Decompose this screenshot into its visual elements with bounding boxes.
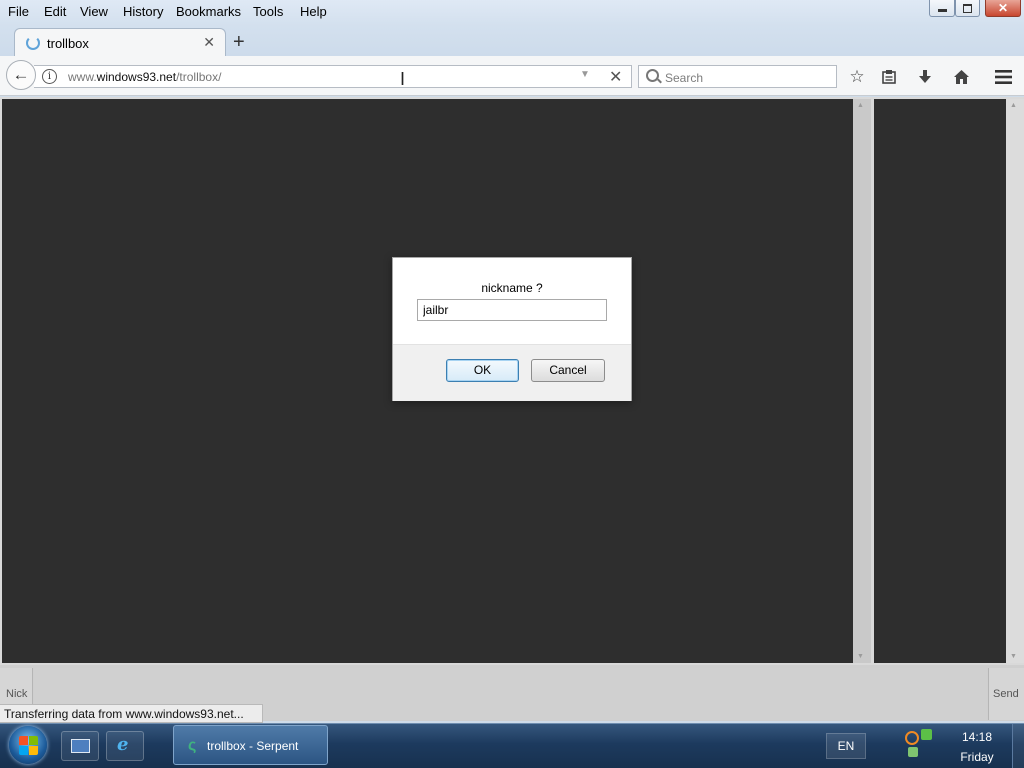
search-input[interactable] [663, 68, 832, 87]
clock[interactable]: 14:18 Friday [944, 727, 1010, 767]
text-cursor-icon: I [400, 69, 406, 89]
menu-bookmarks[interactable]: Bookmarks [176, 4, 241, 19]
action-center-icon [921, 729, 932, 740]
windows-logo-icon [29, 736, 38, 745]
menu-view[interactable]: View [80, 4, 108, 19]
taskbar-item-label: trollbox - Serpent [207, 739, 299, 753]
menu-bar: File Edit View History Bookmarks Tools H… [0, 0, 1024, 26]
home-icon[interactable] [950, 66, 972, 88]
address-bar[interactable]: i www.windows93.net/trollbox/ ▼ ✕ [34, 65, 632, 88]
url-history-dropdown-icon[interactable]: ▼ [580, 69, 590, 80]
menu-edit[interactable]: Edit [44, 4, 66, 19]
url-text[interactable]: www.windows93.net/trollbox/ [68, 70, 221, 84]
windows-logo-icon [19, 746, 28, 755]
scroll-up-icon[interactable]: ▲ [1010, 102, 1017, 109]
stop-loading-icon[interactable]: ✕ [609, 67, 622, 87]
scroll-up-icon[interactable]: ▲ [857, 102, 864, 109]
clock-time: 14:18 [961, 730, 993, 744]
users-scrollbar[interactable]: ▲ ▼ [1006, 99, 1024, 663]
clock-day: Friday [960, 750, 994, 764]
scroll-down-icon[interactable]: ▼ [857, 653, 864, 660]
restore-button[interactable] [955, 0, 980, 17]
restore-icon [963, 3, 972, 13]
taskbar-item-trollbox[interactable]: ς trollbox - Serpent [173, 725, 328, 765]
hamburger-menu-icon[interactable] [992, 66, 1014, 88]
send-label: Send [993, 688, 1019, 700]
close-icon: ✕ [997, 1, 1009, 15]
new-tab-button[interactable]: + [233, 31, 245, 54]
internet-explorer-quick-launch[interactable]: e [106, 731, 144, 761]
search-bar[interactable] [638, 65, 837, 88]
tab-title: trollbox [47, 36, 89, 51]
taskbar [0, 723, 1024, 768]
send-button[interactable]: Send [988, 668, 1024, 720]
windows-logo-icon [29, 746, 38, 755]
start-button[interactable] [9, 726, 47, 764]
menu-history[interactable]: History [123, 4, 163, 19]
minimize-button[interactable] [929, 0, 955, 17]
info-icon[interactable]: i [42, 69, 57, 84]
cancel-button[interactable]: Cancel [531, 359, 605, 382]
search-icon [646, 69, 659, 82]
system-tray[interactable] [903, 728, 939, 762]
windows-logo-icon [19, 736, 28, 745]
menu-help[interactable]: Help [300, 4, 327, 19]
scroll-down-icon[interactable]: ▼ [1010, 653, 1017, 660]
nickname-prompt-dialog: nickname ? OK Cancel [392, 257, 632, 401]
close-window-button[interactable]: ✕ [985, 0, 1021, 17]
show-desktop-quick-launch[interactable] [61, 731, 99, 761]
network-icon [905, 731, 919, 745]
status-text: Transferring data from www.windows93.net… [0, 704, 263, 723]
menu-tools[interactable]: Tools [253, 4, 283, 19]
tab-close-icon[interactable]: ✕ [203, 34, 215, 51]
chat-scrollbar[interactable]: ▲ ▼ [853, 99, 871, 663]
serpent-icon: ς [188, 737, 197, 754]
back-button[interactable]: ← [6, 60, 36, 90]
library-icon[interactable] [878, 66, 900, 88]
dialog-question: nickname ? [481, 281, 543, 295]
minimize-icon [937, 9, 947, 12]
language-indicator[interactable]: EN [826, 733, 866, 759]
back-arrow-icon: ← [12, 65, 30, 84]
show-desktop-button[interactable] [1012, 724, 1024, 768]
users-list-panel [874, 99, 1006, 663]
nick-label: Nick [6, 688, 28, 700]
nickname-input[interactable] [417, 299, 607, 321]
ok-button[interactable]: OK [446, 359, 519, 382]
internet-explorer-icon: e [117, 734, 129, 755]
tab-trollbox[interactable]: trollbox ✕ [14, 28, 226, 56]
desktop-icon [71, 739, 90, 753]
bookmark-star-icon[interactable]: ☆ [846, 66, 868, 88]
loading-spinner-icon [26, 36, 40, 50]
menu-file[interactable]: File [8, 4, 29, 19]
volume-icon [908, 747, 918, 757]
download-icon[interactable] [914, 66, 936, 88]
